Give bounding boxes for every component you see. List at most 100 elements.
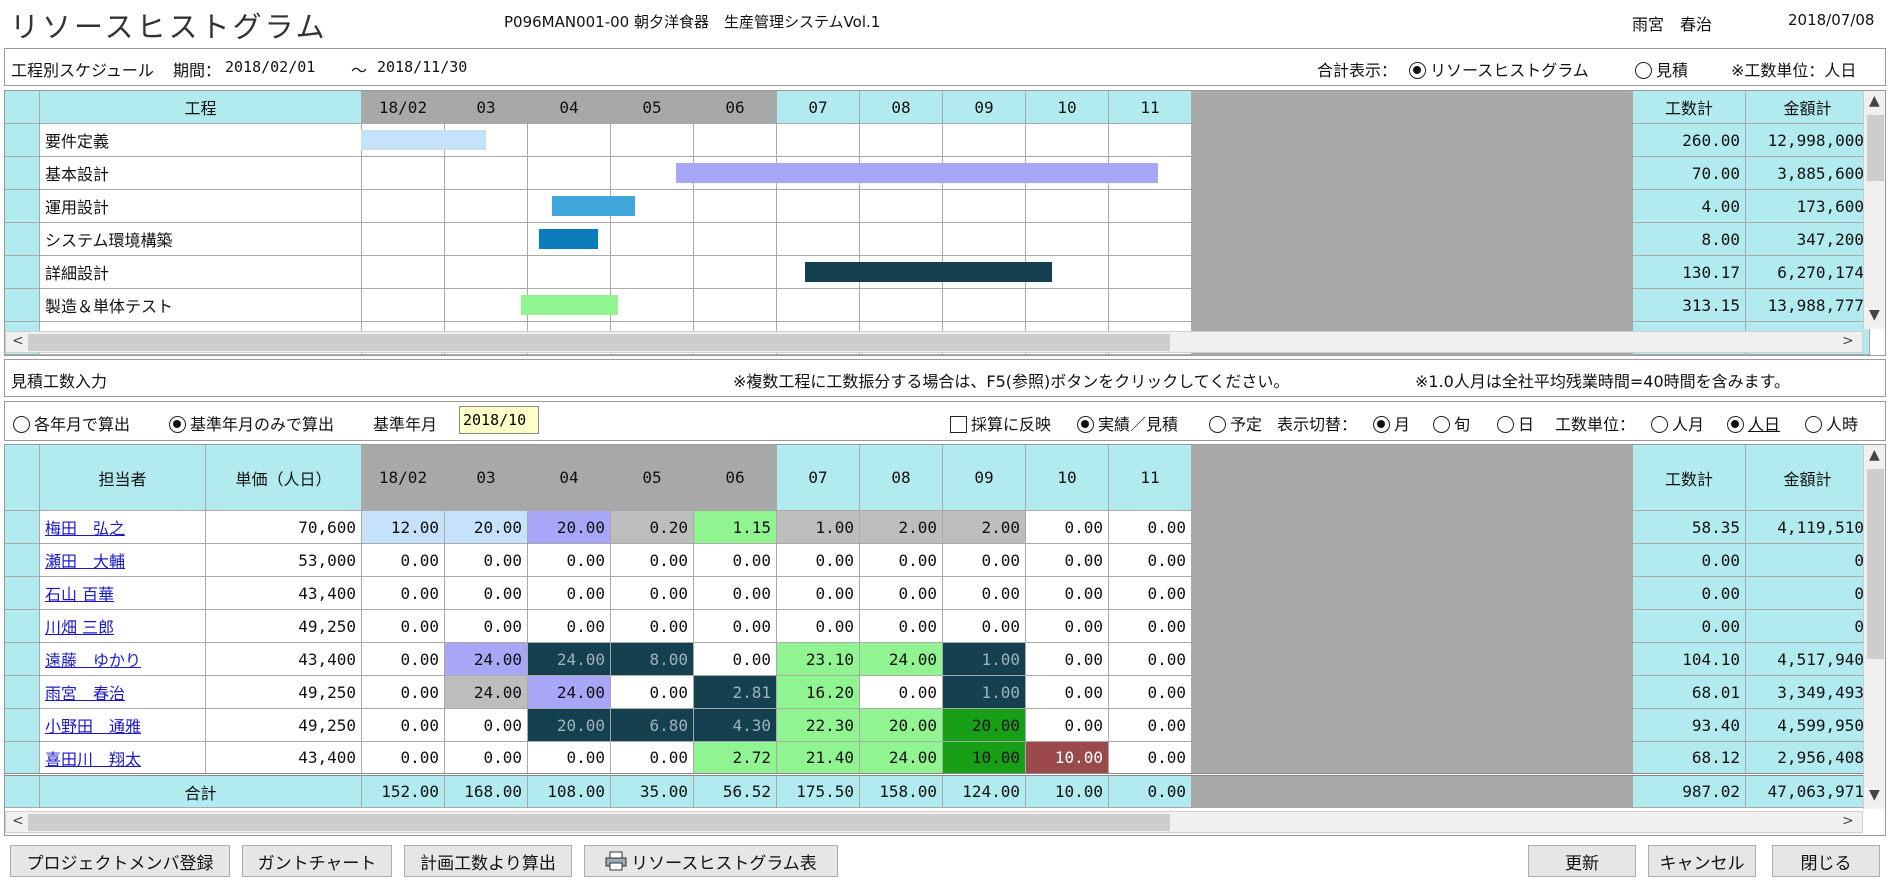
staff-hours-input[interactable]: 12.00 bbox=[361, 510, 445, 544]
staff-hours-input[interactable]: 0.00 bbox=[1025, 576, 1109, 610]
staff-hours-input[interactable]: 0.00 bbox=[361, 609, 445, 643]
staff-hours-input[interactable]: 0.00 bbox=[361, 543, 445, 577]
radio-calc-each[interactable]: 各年月で算出 bbox=[13, 411, 130, 435]
staff-hours-input[interactable]: 24.00 bbox=[859, 642, 943, 676]
staff-hours-input[interactable]: 0.00 bbox=[361, 708, 445, 742]
radio-decade[interactable]: 旬 bbox=[1433, 411, 1470, 435]
staff-hscroll-thumb[interactable] bbox=[28, 814, 1170, 831]
staff-hours-input[interactable]: 0.00 bbox=[610, 675, 694, 709]
gantt-row[interactable]: 要件定義 260.00 12,998,000 bbox=[5, 123, 1870, 157]
radio-person-hour[interactable]: 人時 bbox=[1805, 411, 1858, 435]
staff-hours-input[interactable]: 0.00 bbox=[361, 675, 445, 709]
staff-hours-input[interactable]: 1.00 bbox=[942, 642, 1026, 676]
staff-hours-input[interactable]: 0.00 bbox=[444, 741, 528, 775]
staff-hours-input[interactable]: 10.00 bbox=[1025, 741, 1109, 775]
staff-hours-input[interactable]: 0.00 bbox=[610, 741, 694, 775]
row-selector[interactable] bbox=[5, 708, 40, 742]
staff-hours-input[interactable]: 0.00 bbox=[444, 609, 528, 643]
update-button[interactable]: 更新 bbox=[1528, 845, 1636, 877]
staff-hours-input[interactable]: 0.00 bbox=[693, 642, 777, 676]
gantt-bar[interactable] bbox=[361, 130, 486, 150]
staff-hours-input[interactable]: 2.00 bbox=[942, 510, 1026, 544]
staff-hours-input[interactable]: 20.00 bbox=[444, 510, 528, 544]
staff-hours-input[interactable]: 0.00 bbox=[1025, 543, 1109, 577]
staff-hours-input[interactable]: 0.00 bbox=[859, 543, 943, 577]
staff-row[interactable]: 瀬田 大輔 53,000 0.00 0.00 0.00 0.00 0.00 0.00 0.00 0… bbox=[5, 543, 1870, 577]
gantt-bar[interactable] bbox=[805, 262, 1053, 282]
staff-hours-input[interactable]: 0.00 bbox=[1108, 708, 1192, 742]
staff-hours-input[interactable]: 0.20 bbox=[610, 510, 694, 544]
staff-hours-input[interactable]: 6.80 bbox=[610, 708, 694, 742]
staff-row[interactable]: 小野田 通雅 49,250 0.00 0.00 20.00 6.80 4.30 22.30 20… bbox=[5, 708, 1870, 742]
close-button[interactable]: 閉じる bbox=[1772, 845, 1880, 877]
staff-hours-input[interactable]: 22.30 bbox=[776, 708, 860, 742]
scroll-left-icon[interactable]: < bbox=[12, 333, 24, 349]
gantt-horizontal-scrollbar[interactable]: < > bbox=[5, 331, 1863, 353]
staff-hours-input[interactable]: 0.00 bbox=[1025, 609, 1109, 643]
radio-month[interactable]: 月 bbox=[1373, 411, 1410, 435]
scroll-right-icon[interactable]: > bbox=[1842, 813, 1854, 829]
row-selector[interactable] bbox=[5, 675, 40, 709]
staff-vertical-scrollbar[interactable]: ▲ ▼ bbox=[1863, 445, 1885, 809]
row-selector[interactable] bbox=[5, 642, 40, 676]
scroll-up-icon[interactable]: ▲ bbox=[1869, 447, 1880, 463]
staff-hours-input[interactable]: 0.00 bbox=[1108, 609, 1192, 643]
row-selector[interactable] bbox=[5, 123, 40, 157]
staff-hours-input[interactable]: 24.00 bbox=[527, 675, 611, 709]
staff-hours-input[interactable]: 0.00 bbox=[527, 576, 611, 610]
staff-name-link[interactable]: 石山 百華 bbox=[45, 585, 114, 604]
staff-row[interactable]: 石山 百華 43,400 0.00 0.00 0.00 0.00 0.00 0.00 0.00 0… bbox=[5, 576, 1870, 610]
staff-hours-input[interactable]: 0.00 bbox=[1108, 642, 1192, 676]
staff-hours-input[interactable]: 24.00 bbox=[527, 642, 611, 676]
staff-hours-input[interactable]: 1.15 bbox=[693, 510, 777, 544]
checkbox-reflect[interactable]: 採算に反映 bbox=[950, 411, 1051, 435]
staff-hours-input[interactable]: 0.00 bbox=[859, 675, 943, 709]
staff-name-link[interactable]: 喜田川 翔太 bbox=[45, 750, 141, 769]
calc-from-plan-button[interactable]: 計画工数より算出 bbox=[404, 845, 572, 877]
radio-estimate[interactable]: 見積 bbox=[1635, 57, 1688, 81]
cancel-button[interactable]: キャンセル bbox=[1648, 845, 1756, 877]
staff-hours-input[interactable]: 0.00 bbox=[527, 543, 611, 577]
staff-hours-input[interactable]: 23.10 bbox=[776, 642, 860, 676]
staff-hours-input[interactable]: 8.00 bbox=[610, 642, 694, 676]
staff-hours-input[interactable]: 0.00 bbox=[610, 609, 694, 643]
gantt-row[interactable]: 運用設計 4.00 173,600 bbox=[5, 189, 1870, 223]
staff-hours-input[interactable]: 0.00 bbox=[444, 576, 528, 610]
radio-calc-base[interactable]: 基準年月のみで算出 bbox=[169, 411, 334, 435]
staff-row[interactable]: 喜田川 翔太 43,400 0.00 0.00 0.00 0.00 2.72 21.40 24.… bbox=[5, 741, 1870, 775]
staff-hours-input[interactable]: 2.72 bbox=[693, 741, 777, 775]
staff-hours-input[interactable]: 20.00 bbox=[859, 708, 943, 742]
staff-row[interactable]: 遠藤 ゆかり 43,400 0.00 24.00 24.00 8.00 0.00 23.10 2… bbox=[5, 642, 1870, 676]
staff-hours-input[interactable]: 0.00 bbox=[361, 642, 445, 676]
gantt-bar[interactable] bbox=[676, 163, 1158, 183]
gantt-vertical-scrollbar[interactable]: ▲ ▼ bbox=[1863, 91, 1885, 329]
staff-hours-input[interactable]: 24.00 bbox=[444, 642, 528, 676]
staff-hours-input[interactable]: 0.00 bbox=[693, 609, 777, 643]
radio-actual[interactable]: 実績／見積 bbox=[1077, 411, 1178, 435]
row-selector[interactable] bbox=[5, 741, 40, 775]
print-histogram-button[interactable]: リソースヒストグラム表 bbox=[584, 845, 838, 877]
staff-hours-input[interactable]: 0.00 bbox=[527, 609, 611, 643]
staff-hours-input[interactable]: 0.00 bbox=[942, 609, 1026, 643]
staff-row[interactable]: 川畑 三郎 49,250 0.00 0.00 0.00 0.00 0.00 0.00 0.00 0… bbox=[5, 609, 1870, 643]
gantt-vscroll-thumb[interactable] bbox=[1867, 115, 1884, 181]
staff-hours-input[interactable]: 20.00 bbox=[527, 510, 611, 544]
base-month-input[interactable] bbox=[459, 406, 539, 434]
radio-day[interactable]: 日 bbox=[1497, 411, 1534, 435]
staff-hours-input[interactable]: 0.00 bbox=[942, 576, 1026, 610]
staff-hours-input[interactable]: 0.00 bbox=[942, 543, 1026, 577]
staff-name-link[interactable]: 雨宮 春治 bbox=[45, 684, 125, 703]
staff-hours-input[interactable]: 0.00 bbox=[859, 576, 943, 610]
row-selector[interactable] bbox=[5, 288, 40, 322]
staff-hours-input[interactable]: 0.00 bbox=[693, 576, 777, 610]
staff-hours-input[interactable]: 0.00 bbox=[610, 543, 694, 577]
staff-hours-input[interactable]: 0.00 bbox=[1108, 543, 1192, 577]
staff-hours-input[interactable]: 0.00 bbox=[776, 609, 860, 643]
staff-hours-input[interactable]: 0.00 bbox=[1108, 675, 1192, 709]
staff-name-link[interactable]: 小野田 通雅 bbox=[45, 717, 141, 736]
radio-person-day[interactable]: 人日 bbox=[1727, 411, 1780, 435]
row-selector[interactable] bbox=[5, 576, 40, 610]
staff-hours-input[interactable]: 0.00 bbox=[776, 576, 860, 610]
staff-hours-input[interactable]: 0.00 bbox=[1025, 675, 1109, 709]
staff-name-link[interactable]: 梅田 弘之 bbox=[45, 519, 125, 538]
